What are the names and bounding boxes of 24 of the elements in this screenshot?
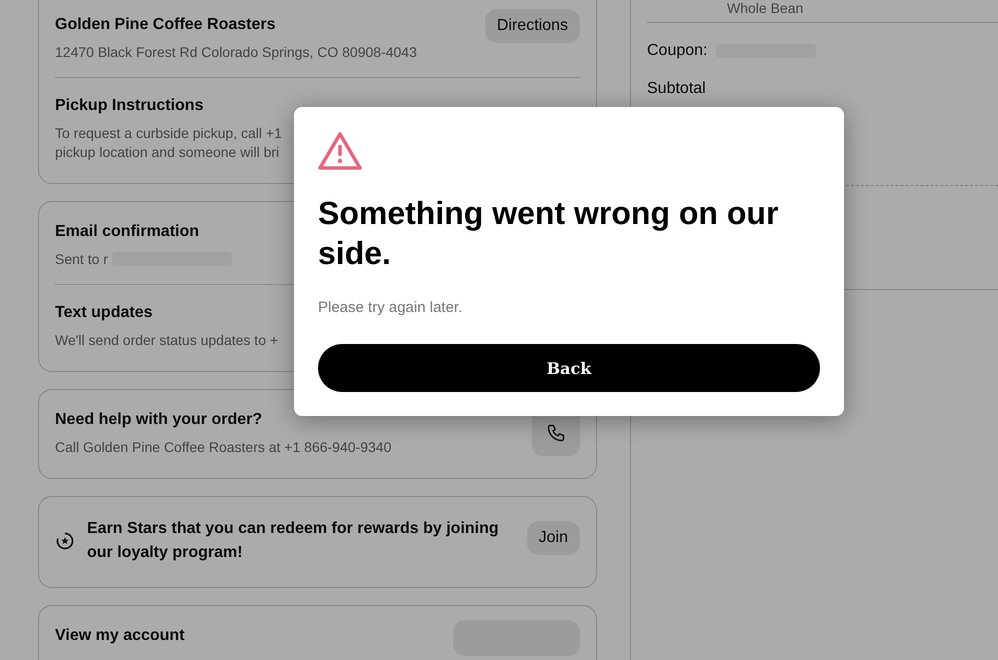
notification-title: Email confirmation (55, 222, 200, 242)
back-button[interactable]: Back (318, 344, 820, 392)
rewards-text: Earn Stars that you can redeem for rewards by joining our loyalty program! (87, 519, 500, 563)
pickup-instructions-text: pickup location and someone will bri (55, 143, 280, 161)
account-title: View my account (55, 626, 185, 646)
dialog-title: Something went wrong on our side. (318, 194, 780, 273)
notification-detail: Sent to r (55, 250, 108, 268)
coupon-label: Coupon: (647, 41, 708, 61)
subtotal-label: Subtotal (647, 79, 707, 99)
join-button[interactable]: Join (526, 521, 580, 555)
pickup-instructions-text: To request a curbside pickup, call +1 (55, 124, 282, 142)
phone-icon (546, 423, 566, 443)
star-badge-icon (55, 531, 75, 551)
pickup-instructions-title: Pickup Instructions (55, 96, 204, 116)
dialog-message: Please try again later. (318, 298, 464, 318)
store-name: Golden Pine Coffee Roasters (55, 15, 276, 35)
directions-button[interactable]: Directions (484, 9, 580, 43)
item-option: Whole Bean (647, 0, 998, 16)
notification-title: Text updates (55, 303, 152, 323)
help-title: Need help with your order? (55, 410, 262, 430)
store-address: 12470 Black Forest Rd Colorado Springs, CO 80908-4043 (55, 43, 417, 61)
notification-detail: We'll send order status updates to + (55, 331, 278, 349)
help-detail: Call Golden Pine Coffee Roasters at +1 866-940-9340 (55, 438, 392, 456)
warning-icon (318, 131, 362, 171)
